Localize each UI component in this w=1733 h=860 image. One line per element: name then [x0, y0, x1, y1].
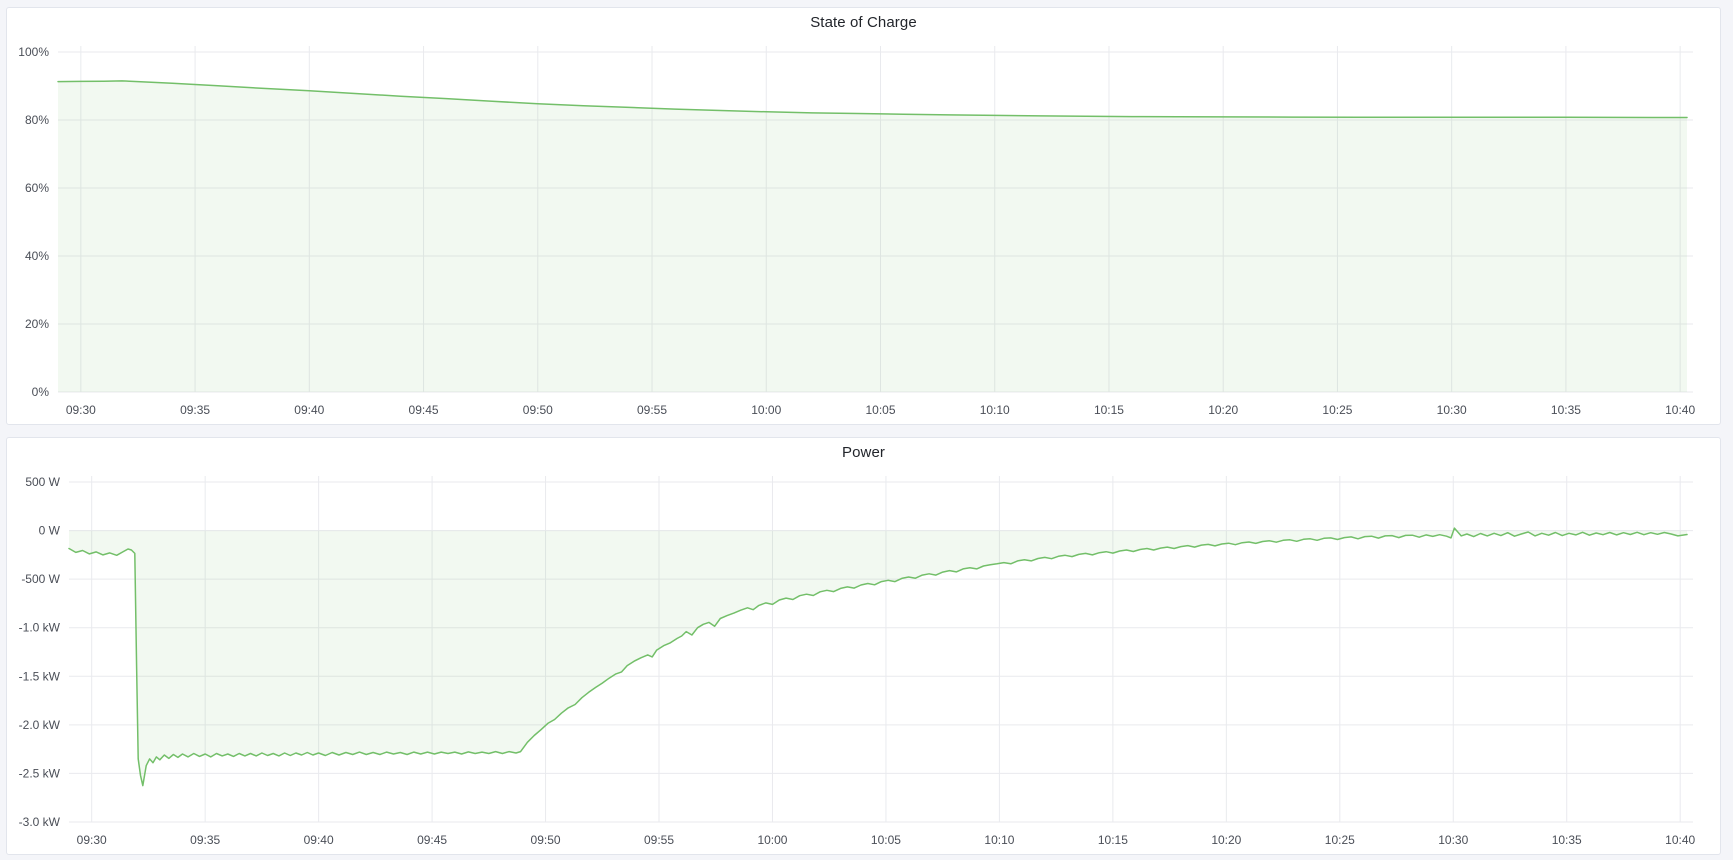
svg-text:10:05: 10:05 — [871, 833, 901, 847]
svg-text:09:40: 09:40 — [294, 403, 324, 417]
power-chart-canvas[interactable]: 500 W 0 W -500 W -1.0 kW -1.5 kW -2.0 kW -2.5 … — [7, 438, 1720, 854]
svg-text:10:15: 10:15 — [1094, 403, 1124, 417]
svg-text:10:25: 10:25 — [1325, 833, 1355, 847]
svg-text:10:20: 10:20 — [1208, 403, 1238, 417]
panel-state-of-charge: State of Charge 100%80%60%40%20%0%09:300… — [6, 7, 1721, 425]
svg-text:0 W: 0 W — [39, 524, 61, 538]
svg-text:-1.0 kW: -1.0 kW — [19, 621, 61, 635]
svg-text:0%: 0% — [32, 385, 50, 399]
panel-power: Power 500 W0 W-500 W-1.0 kW-1.5 kW-2.0 k… — [6, 437, 1721, 855]
svg-text:09:40: 09:40 — [304, 833, 334, 847]
svg-text:-3.0 kW: -3.0 kW — [19, 815, 61, 829]
svg-text:10:30: 10:30 — [1437, 403, 1467, 417]
svg-text:09:55: 09:55 — [644, 833, 674, 847]
svg-text:20%: 20% — [25, 317, 49, 331]
svg-text:09:30: 09:30 — [77, 833, 107, 847]
svg-text:10:10: 10:10 — [980, 403, 1010, 417]
svg-text:10:00: 10:00 — [757, 833, 787, 847]
svg-text:10:30: 10:30 — [1438, 833, 1468, 847]
svg-text:09:45: 09:45 — [417, 833, 447, 847]
svg-text:10:00: 10:00 — [751, 403, 781, 417]
svg-text:10:40: 10:40 — [1665, 833, 1695, 847]
svg-text:09:50: 09:50 — [531, 833, 561, 847]
svg-text:09:35: 09:35 — [190, 833, 220, 847]
soc-chart-canvas[interactable]: 100% 80% 60% 40% 20% 0% 09:30 09:35 09:40 09:45 09… — [7, 8, 1720, 424]
svg-text:500 W: 500 W — [25, 475, 60, 489]
svg-text:-2.0 kW: -2.0 kW — [19, 718, 61, 732]
svg-text:-500 W: -500 W — [21, 572, 60, 586]
svg-text:80%: 80% — [25, 113, 49, 127]
svg-text:09:55: 09:55 — [637, 403, 667, 417]
svg-text:09:30: 09:30 — [66, 403, 96, 417]
svg-text:10:15: 10:15 — [1098, 833, 1128, 847]
svg-text:09:50: 09:50 — [523, 403, 553, 417]
svg-text:09:35: 09:35 — [180, 403, 210, 417]
svg-text:-1.5 kW: -1.5 kW — [19, 669, 61, 683]
svg-text:09:45: 09:45 — [409, 403, 439, 417]
svg-text:40%: 40% — [25, 249, 49, 263]
svg-text:10:25: 10:25 — [1322, 403, 1352, 417]
svg-text:10:35: 10:35 — [1551, 403, 1581, 417]
svg-text:10:10: 10:10 — [984, 833, 1014, 847]
svg-text:60%: 60% — [25, 181, 49, 195]
svg-text:10:35: 10:35 — [1552, 833, 1582, 847]
svg-text:10:05: 10:05 — [865, 403, 895, 417]
svg-text:-2.5 kW: -2.5 kW — [19, 766, 61, 780]
svg-text:100%: 100% — [18, 45, 49, 59]
svg-text:10:40: 10:40 — [1665, 403, 1695, 417]
svg-text:10:20: 10:20 — [1211, 833, 1241, 847]
